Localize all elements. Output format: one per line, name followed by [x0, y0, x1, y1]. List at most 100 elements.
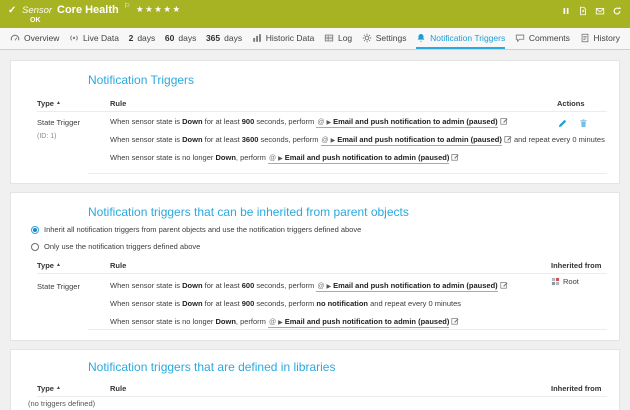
tab-live-data[interactable]: Live Data [69, 28, 119, 49]
rule-text: , perform [236, 317, 268, 326]
tab-settings[interactable]: Settings [362, 28, 407, 49]
tab-label: Settings [376, 33, 407, 43]
pause-icon[interactable] [561, 6, 571, 16]
column-header-type[interactable]: Type▲ [37, 261, 61, 270]
history-icon [580, 33, 590, 43]
notification-link[interactable]: @▶Email and push notification to admin (… [321, 135, 502, 146]
sensor-header: ✓ Sensor Core Health ⚐ ★★★★★ OK [0, 0, 630, 28]
notification-name: Email and push notification to admin (pa… [285, 153, 450, 162]
notification-link[interactable]: @▶Email and push notification to admin (… [316, 117, 497, 128]
trigger-id: (ID: 1) [37, 133, 56, 140]
tab-notification-triggers[interactable]: Notification Triggers [416, 28, 505, 49]
tab-label: Overview [24, 33, 59, 43]
notification-link[interactable]: @▶Email and push notification to admin (… [316, 281, 497, 292]
panel-library-triggers: Notification triggers that are defined i… [10, 349, 620, 410]
tab-history[interactable]: History [580, 28, 620, 49]
edit-notification-icon[interactable] [504, 135, 512, 143]
notification-link[interactable]: @▶Email and push notification to admin (… [268, 317, 449, 328]
rule-emphasis: 900 [242, 299, 255, 308]
delete-trigger-button[interactable] [578, 118, 589, 129]
inherit-option-1[interactable]: Inherit all notification triggers from p… [31, 225, 361, 234]
tab-bar: OverviewLive Data2days60days365daysHisto… [0, 28, 630, 50]
notification-contact-icon: @ [317, 119, 324, 126]
edit-notification-icon[interactable] [451, 317, 459, 325]
tab-label: Log [338, 33, 352, 43]
header-divider [37, 111, 607, 112]
rule-emphasis: Down [182, 281, 202, 290]
sort-asc-icon: ▲ [56, 262, 61, 268]
notification-name: Email and push notification to admin (pa… [333, 117, 498, 126]
rule-text: for at least [203, 135, 242, 144]
trigger-type-cell: State Trigger [37, 280, 80, 293]
inherit-option-2[interactable]: Only use the notification triggers defin… [31, 242, 200, 251]
tab-365-days[interactable]: 365days [206, 28, 242, 49]
tab-label: Comments [529, 33, 570, 43]
edit-notification-icon[interactable] [500, 281, 508, 289]
notification-name: Email and push notification to admin (pa… [333, 281, 498, 290]
priority-stars[interactable]: ★★★★★ [136, 4, 182, 15]
radio-selected[interactable] [31, 226, 39, 234]
rule-emphasis: Down [182, 117, 202, 126]
tab-label: History [594, 33, 620, 43]
tab-log[interactable]: Log [324, 28, 352, 49]
tab-overview[interactable]: Overview [10, 28, 59, 49]
rule-text: for at least [203, 281, 242, 290]
header-divider [37, 396, 607, 397]
inherited-rules: When sensor state is Down for at least 6… [110, 277, 549, 331]
column-header-type[interactable]: Type▲ [37, 99, 61, 108]
sort-asc-icon: ▲ [56, 100, 61, 106]
flag-icon: ⚐ [124, 2, 130, 10]
tab-comments[interactable]: Comments [515, 28, 570, 49]
rule-line: When sensor state is Down for at least 9… [110, 295, 549, 313]
inherited-from-cell[interactable]: Root [551, 277, 579, 286]
rule-text: for at least [203, 117, 242, 126]
header-divider [37, 273, 607, 274]
inherited-from-link[interactable]: Root [563, 277, 579, 286]
edit-notification-icon[interactable] [451, 153, 459, 161]
sensor-title: Core Health [57, 4, 119, 16]
column-header-inherited-from: Inherited from [551, 384, 601, 393]
tab-label: Live Data [83, 33, 119, 43]
rule-emphasis: 900 [242, 117, 255, 126]
comment-icon [515, 33, 525, 43]
gear-icon [362, 33, 372, 43]
rule-emphasis: Down [182, 135, 202, 144]
trigger-arrow-icon: ▶ [326, 120, 331, 126]
rule-text: , perform [236, 153, 268, 162]
tab-label: Historic Data [266, 33, 315, 43]
rule-text: When sensor state is [110, 299, 182, 308]
report-icon[interactable] [578, 6, 588, 16]
refresh-icon[interactable] [612, 6, 622, 16]
email-icon[interactable] [595, 6, 605, 16]
tab-historic-data[interactable]: Historic Data [252, 28, 315, 49]
column-header-actions: Actions [557, 99, 585, 108]
gauge-icon [10, 33, 20, 43]
radio-unselected[interactable] [31, 243, 39, 251]
tab-unit: days [224, 33, 242, 43]
trigger-type-cell: State Trigger (ID: 1) [37, 116, 80, 143]
rule-line: When sensor state is Down for at least 6… [110, 277, 549, 295]
notification-link[interactable]: @▶Email and push notification to admin (… [268, 153, 449, 164]
rule-text: seconds, perform [254, 281, 316, 290]
tab-2-days[interactable]: 2days [129, 28, 156, 49]
tab-number: 2 [129, 33, 134, 43]
edit-trigger-button[interactable] [557, 118, 568, 129]
notification-name: Email and push notification to admin (pa… [285, 317, 450, 326]
bell-icon [416, 33, 426, 43]
rule-text: for at least [203, 299, 242, 308]
tab-number: 60 [165, 33, 174, 43]
notification-name: Email and push notification to admin (pa… [337, 135, 502, 144]
trigger-rules: When sensor state is Down for at least 9… [110, 113, 549, 167]
tab-60-days[interactable]: 60days [165, 28, 196, 49]
live-icon [69, 33, 79, 43]
rule-text: seconds, perform [254, 117, 316, 126]
rule-line: When sensor state is Down for at least 9… [110, 113, 549, 131]
edit-notification-icon[interactable] [500, 117, 508, 125]
column-header-rule: Rule [110, 261, 126, 270]
object-kind-label: Sensor [22, 5, 52, 16]
row-divider [88, 329, 607, 330]
rule-text: seconds, perform [254, 299, 316, 308]
column-header-type[interactable]: Type▲ [37, 384, 61, 393]
panel-title: Notification triggers that are defined i… [88, 360, 335, 374]
rule-text: When sensor state is no longer [110, 153, 215, 162]
